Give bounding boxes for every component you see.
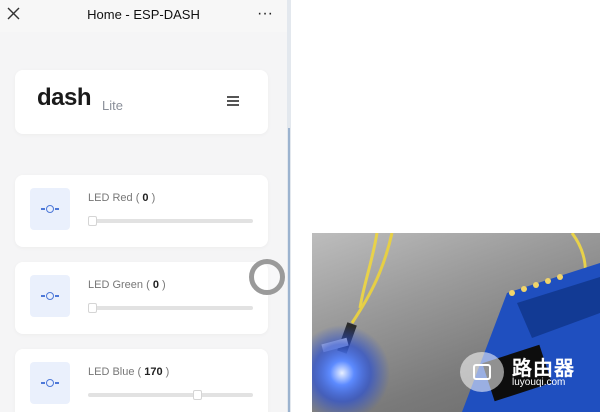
led-card-red: LED Red ( 0 ) bbox=[15, 175, 268, 247]
slider-icon bbox=[30, 275, 70, 317]
more-options-icon[interactable]: ··· bbox=[255, 4, 275, 24]
slider-icon bbox=[30, 362, 70, 404]
hamburger-menu-icon[interactable] bbox=[227, 96, 239, 106]
led-label: LED Green ( 0 ) bbox=[88, 279, 166, 291]
scrollbar-thumb[interactable] bbox=[288, 128, 290, 412]
led-label: LED Blue ( 170 ) bbox=[88, 366, 170, 378]
slider-icon bbox=[30, 188, 70, 230]
scrollbar[interactable] bbox=[287, 0, 291, 412]
led-card-blue: LED Blue ( 170 ) bbox=[15, 349, 268, 412]
led-slider[interactable] bbox=[88, 216, 253, 226]
brand-logo: dash bbox=[37, 84, 92, 111]
watermark: 路由器 luyouqi.com bbox=[460, 352, 600, 392]
led-slider[interactable] bbox=[88, 390, 253, 400]
slider-handle[interactable] bbox=[193, 390, 202, 400]
slider-handle[interactable] bbox=[88, 303, 97, 313]
led-card-green: LED Green ( 0 ) bbox=[15, 262, 268, 334]
phone-screen: Home - ESP-DASH ··· dash Lite LED Red ( … bbox=[0, 0, 287, 412]
page-title: Home - ESP-DASH bbox=[87, 7, 200, 22]
screen: Home - ESP-DASH ··· dash Lite LED Red ( … bbox=[0, 0, 600, 412]
watermark-site: luyouqi.com bbox=[512, 377, 566, 388]
slider-handle[interactable] bbox=[88, 216, 97, 226]
router-logo-icon bbox=[460, 352, 504, 392]
led-slider[interactable] bbox=[88, 303, 253, 313]
brand-card: dash Lite bbox=[15, 70, 268, 134]
top-bar: Home - ESP-DASH ··· bbox=[0, 0, 287, 32]
brand-subtitle: Lite bbox=[102, 98, 123, 113]
floating-assistive-button[interactable] bbox=[249, 259, 285, 295]
led-label: LED Red ( 0 ) bbox=[88, 192, 156, 204]
